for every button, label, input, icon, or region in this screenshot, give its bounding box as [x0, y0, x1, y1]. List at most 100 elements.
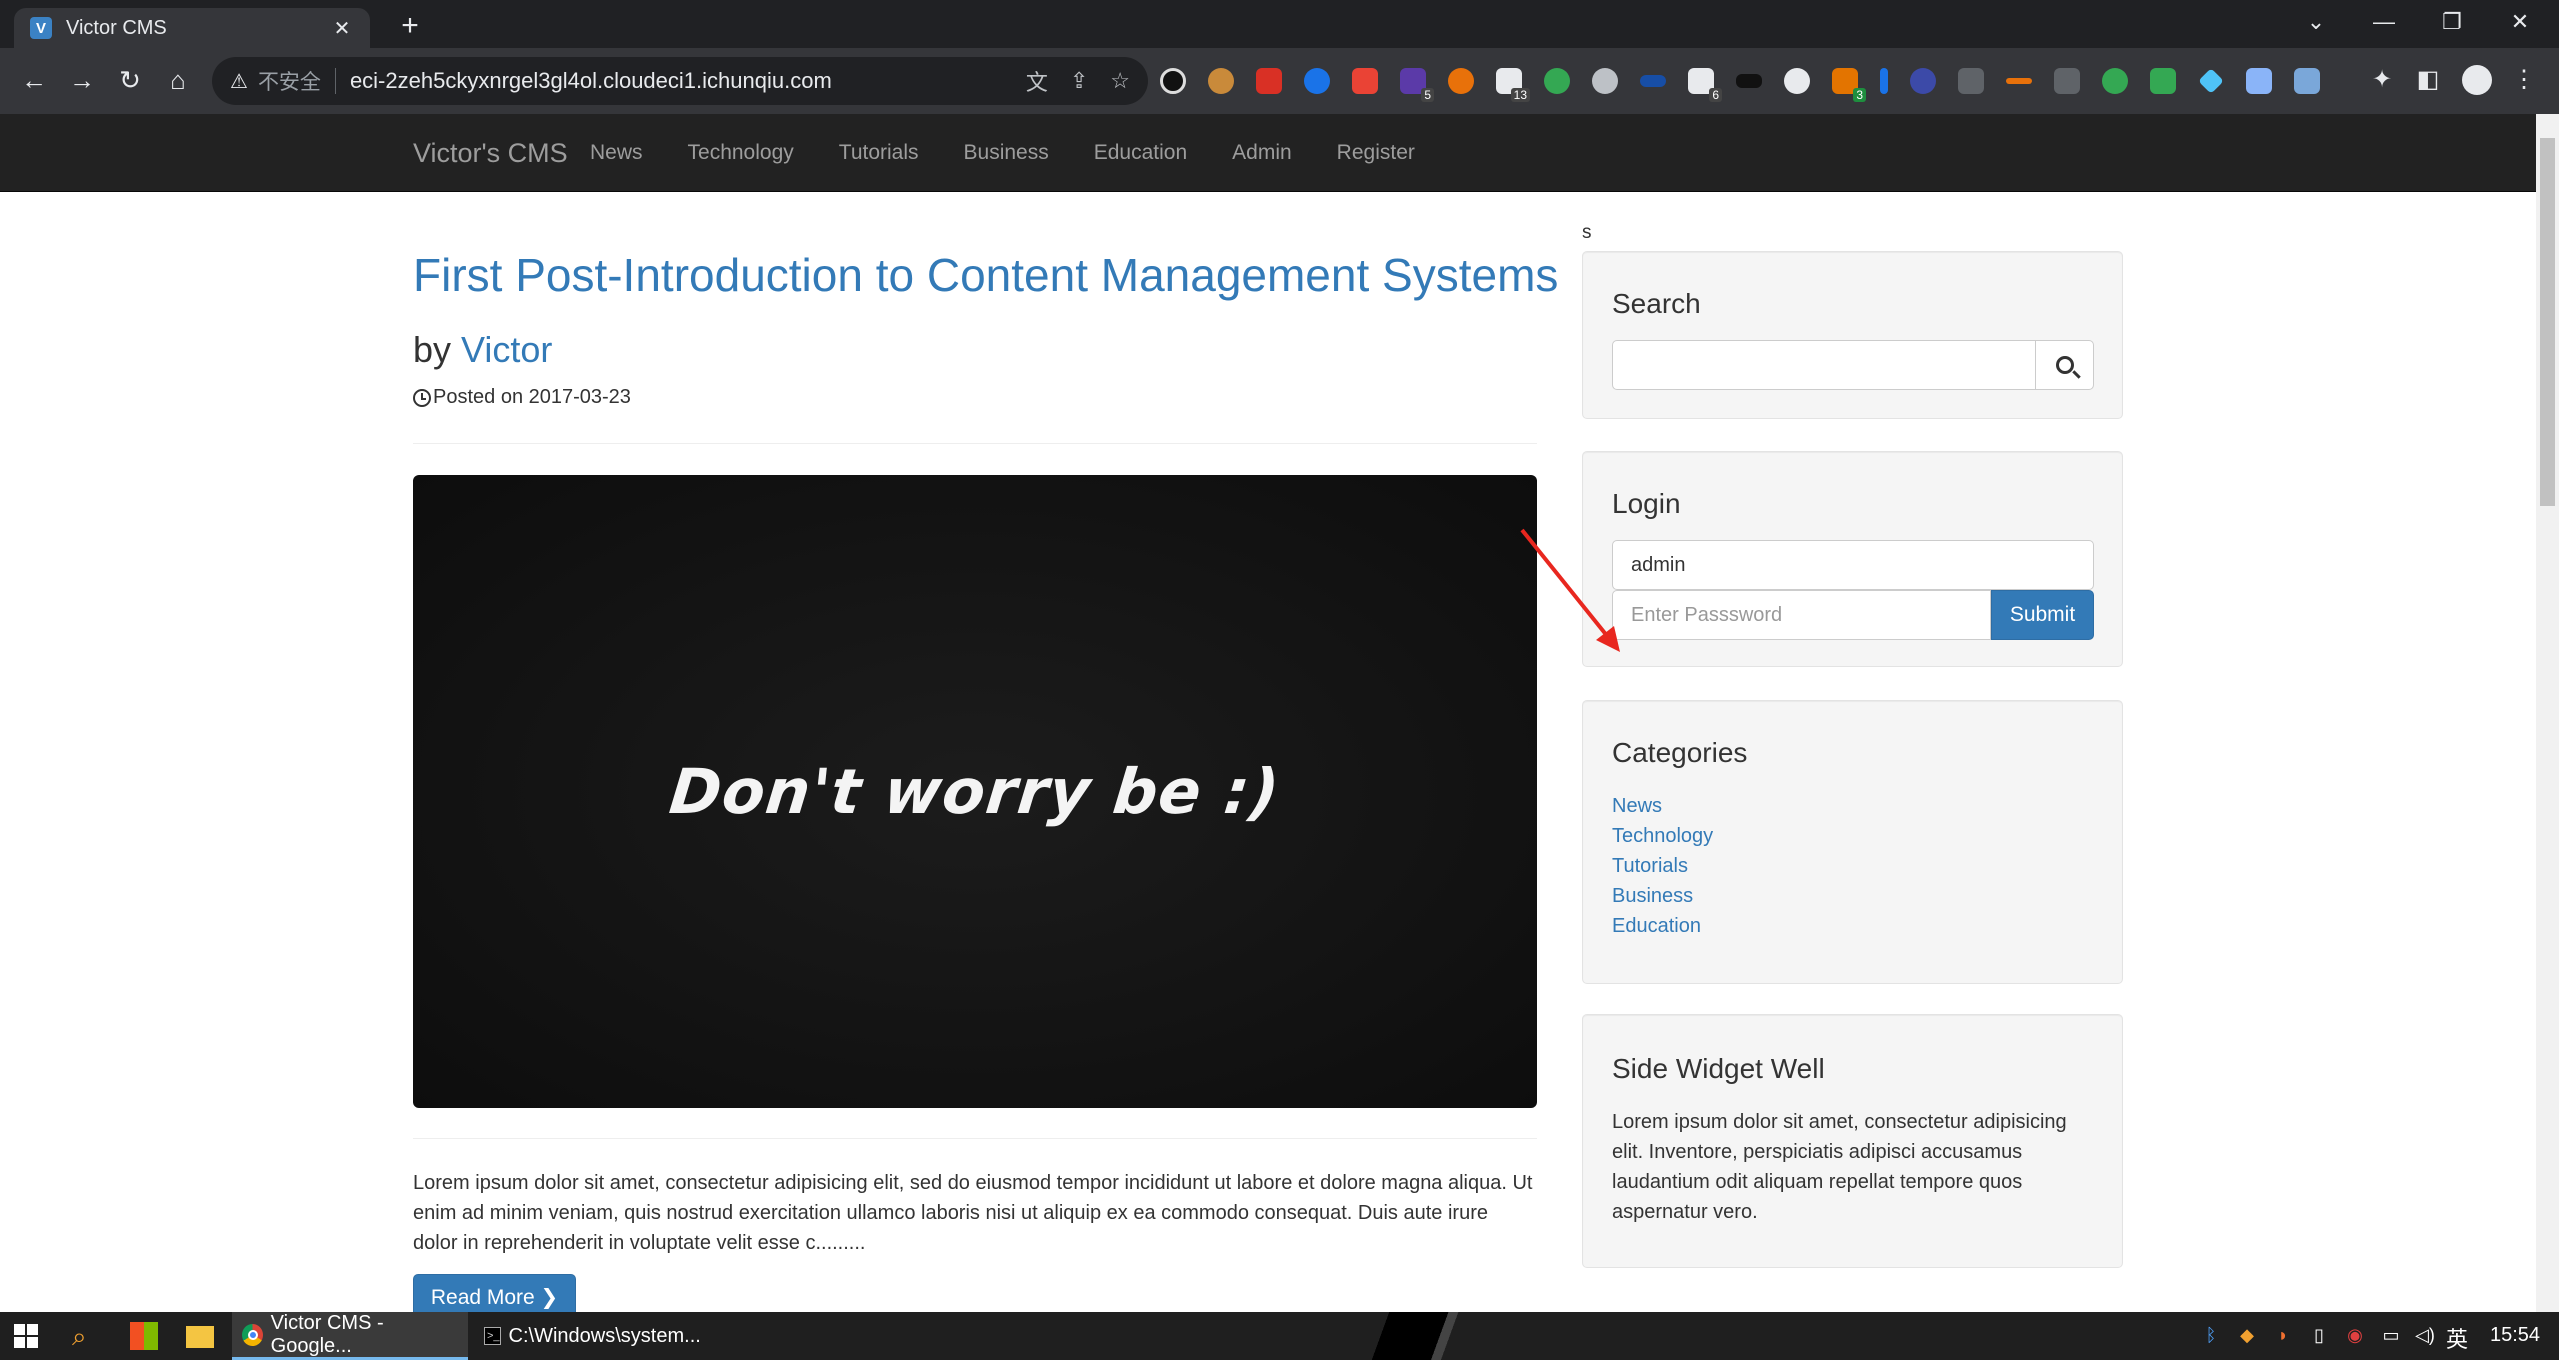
- taskbar-chrome-item[interactable]: Victor CMS - Google...: [232, 1312, 468, 1360]
- category-news[interactable]: News: [1612, 791, 1713, 821]
- warning-icon: ⚠: [230, 70, 248, 93]
- nav-technology[interactable]: Technology: [688, 141, 794, 165]
- url-text[interactable]: eci-2zeh5ckyxnrgel3gl4ol.cloudeci1.ichun…: [350, 68, 1004, 94]
- extension-icon[interactable]: [2246, 68, 2272, 94]
- extensions-row: 5 13 6 3: [1160, 64, 2342, 102]
- nav-business[interactable]: Business: [964, 141, 1049, 165]
- username-field[interactable]: [1612, 540, 2094, 590]
- extension-icon[interactable]: 6: [1688, 68, 1722, 102]
- category-technology[interactable]: Technology: [1612, 821, 1713, 851]
- taskbar-stripe: [1330, 1312, 1510, 1360]
- extension-icon[interactable]: [1958, 68, 1984, 94]
- new-tab-button[interactable]: +: [392, 8, 428, 44]
- reload-icon[interactable]: ↻: [110, 60, 150, 100]
- search-button[interactable]: [2035, 340, 2094, 390]
- extension-icon[interactable]: [2150, 68, 2176, 94]
- forward-icon[interactable]: →: [62, 60, 102, 100]
- page-scrollbar[interactable]: [2536, 114, 2559, 1312]
- read-more-button[interactable]: Read More ❯: [413, 1274, 576, 1312]
- extensions-puzzle-icon[interactable]: ✦: [2366, 64, 2398, 96]
- window-close-icon[interactable]: ✕: [2486, 0, 2554, 44]
- extension-icon[interactable]: [2054, 68, 2080, 94]
- side-panel-icon[interactable]: ◧: [2412, 64, 2444, 96]
- extension-icon[interactable]: [1784, 68, 1810, 94]
- taskbar-clock[interactable]: 15:54: [2490, 1324, 2540, 1347]
- author-link[interactable]: Victor: [461, 329, 552, 370]
- file-explorer-icon[interactable]: [186, 1326, 214, 1348]
- tray-app-icon[interactable]: ◗: [2272, 1324, 2294, 1346]
- browser-toolbar: ← → ↻ ⌂ ⚠ 不安全 eci-2zeh5ckyxnrgel3gl4ol.c…: [0, 48, 2559, 114]
- app-grid-icon[interactable]: [130, 1322, 158, 1350]
- address-bar[interactable]: ⚠ 不安全 eci-2zeh5ckyxnrgel3gl4ol.cloudeci1…: [212, 57, 1148, 105]
- extension-icon[interactable]: 5: [1400, 68, 1434, 102]
- extension-icon[interactable]: [1592, 68, 1618, 94]
- taskbar-cmd-item[interactable]: >_ C:\Windows\system...: [474, 1312, 710, 1360]
- nav-tutorials[interactable]: Tutorials: [839, 141, 919, 165]
- browser-menu-icon[interactable]: ⋮: [2508, 64, 2540, 96]
- extension-icon[interactable]: [1160, 68, 1186, 94]
- password-field[interactable]: [1612, 590, 1991, 640]
- browser-tab-strip: V Victor CMS ✕ + ⌄ — ❐ ✕: [0, 0, 2559, 48]
- category-tutorials[interactable]: Tutorials: [1612, 851, 1713, 881]
- nav-education[interactable]: Education: [1094, 141, 1187, 165]
- extension-icon[interactable]: [2294, 68, 2320, 94]
- translate-icon[interactable]: 文: [1026, 65, 1048, 97]
- extension-icon[interactable]: [2006, 78, 2032, 84]
- cmd-icon: >_: [484, 1327, 501, 1345]
- extension-icon[interactable]: [1880, 68, 1888, 94]
- back-icon[interactable]: ←: [14, 60, 54, 100]
- windows-taskbar: ⌕ Victor CMS - Google... >_ C:\Windows\s…: [0, 1312, 2559, 1360]
- cookie-extension-icon[interactable]: [1208, 68, 1234, 94]
- profile-avatar[interactable]: [2462, 65, 2492, 95]
- widget-text: Lorem ipsum dolor sit amet, consectetur …: [1612, 1111, 2067, 1223]
- browser-tab[interactable]: V Victor CMS ✕: [14, 8, 370, 48]
- extension-icon[interactable]: [2102, 68, 2128, 94]
- ime-indicator[interactable]: 英: [2446, 1322, 2468, 1354]
- bluetooth-icon[interactable]: ᛒ: [2200, 1324, 2222, 1346]
- home-icon[interactable]: ⌂: [158, 60, 198, 100]
- tab-search-icon[interactable]: ⌄: [2282, 0, 2350, 44]
- site-navbar: Victor's CMS News Technology Tutorials B…: [0, 114, 2536, 192]
- clock-icon: [413, 388, 431, 407]
- extension-icon[interactable]: [1352, 68, 1378, 94]
- extension-icon[interactable]: 3: [1832, 68, 1866, 102]
- minimize-icon[interactable]: —: [2350, 0, 2418, 44]
- search-input[interactable]: [1612, 340, 2036, 390]
- category-business[interactable]: Business: [1612, 881, 1713, 911]
- widget-heading: Side Widget Well: [1612, 1053, 1825, 1084]
- post-image-text: Don't worry be :): [666, 755, 1284, 828]
- nav-register[interactable]: Register: [1337, 141, 1415, 165]
- extension-icon[interactable]: [1640, 75, 1666, 87]
- extension-icon[interactable]: [2198, 68, 2224, 94]
- extension-icon[interactable]: 13: [1496, 68, 1530, 102]
- globe-extension-icon[interactable]: [1544, 68, 1570, 94]
- volume-icon[interactable]: ◁): [2414, 1324, 2436, 1346]
- tray-app-icon[interactable]: ◉: [2344, 1324, 2366, 1346]
- extension-icon[interactable]: [1910, 68, 1936, 94]
- bookmark-star-icon[interactable]: ☆: [1110, 68, 1130, 94]
- nav-admin[interactable]: Admin: [1232, 141, 1292, 165]
- share-icon[interactable]: ⇪: [1070, 68, 1088, 94]
- close-tab-icon[interactable]: ✕: [330, 16, 354, 41]
- login-submit-button[interactable]: Submit: [1991, 590, 2094, 640]
- search-icon[interactable]: ⌕: [72, 1322, 100, 1350]
- start-button[interactable]: [14, 1324, 38, 1348]
- category-education[interactable]: Education: [1612, 911, 1713, 941]
- categories-heading: Categories: [1612, 737, 1748, 768]
- nav-news[interactable]: News: [590, 141, 643, 165]
- restore-icon[interactable]: ❐: [2418, 0, 2486, 44]
- extension-icon[interactable]: [1256, 68, 1282, 94]
- page-viewport: Victor's CMS News Technology Tutorials B…: [0, 114, 2536, 1312]
- network-icon[interactable]: ▭: [2380, 1324, 2402, 1346]
- extension-icon[interactable]: [1304, 68, 1330, 94]
- tray-device-icon[interactable]: ▯: [2308, 1324, 2330, 1346]
- scrollbar-thumb[interactable]: [2540, 138, 2555, 506]
- tray-app-icon[interactable]: ◆: [2236, 1324, 2258, 1346]
- post-date: Posted on 2017-03-23: [413, 386, 631, 409]
- post-title-link[interactable]: First Post-Introduction to Content Manag…: [413, 248, 1558, 302]
- site-brand[interactable]: Victor's CMS: [413, 138, 568, 169]
- chrome-task-label: Victor CMS - Google...: [270, 1311, 384, 1357]
- extension-icon[interactable]: [1448, 68, 1474, 94]
- hat-extension-icon[interactable]: [1736, 74, 1762, 88]
- categories-list: News Technology Tutorials Business Educa…: [1612, 791, 1713, 941]
